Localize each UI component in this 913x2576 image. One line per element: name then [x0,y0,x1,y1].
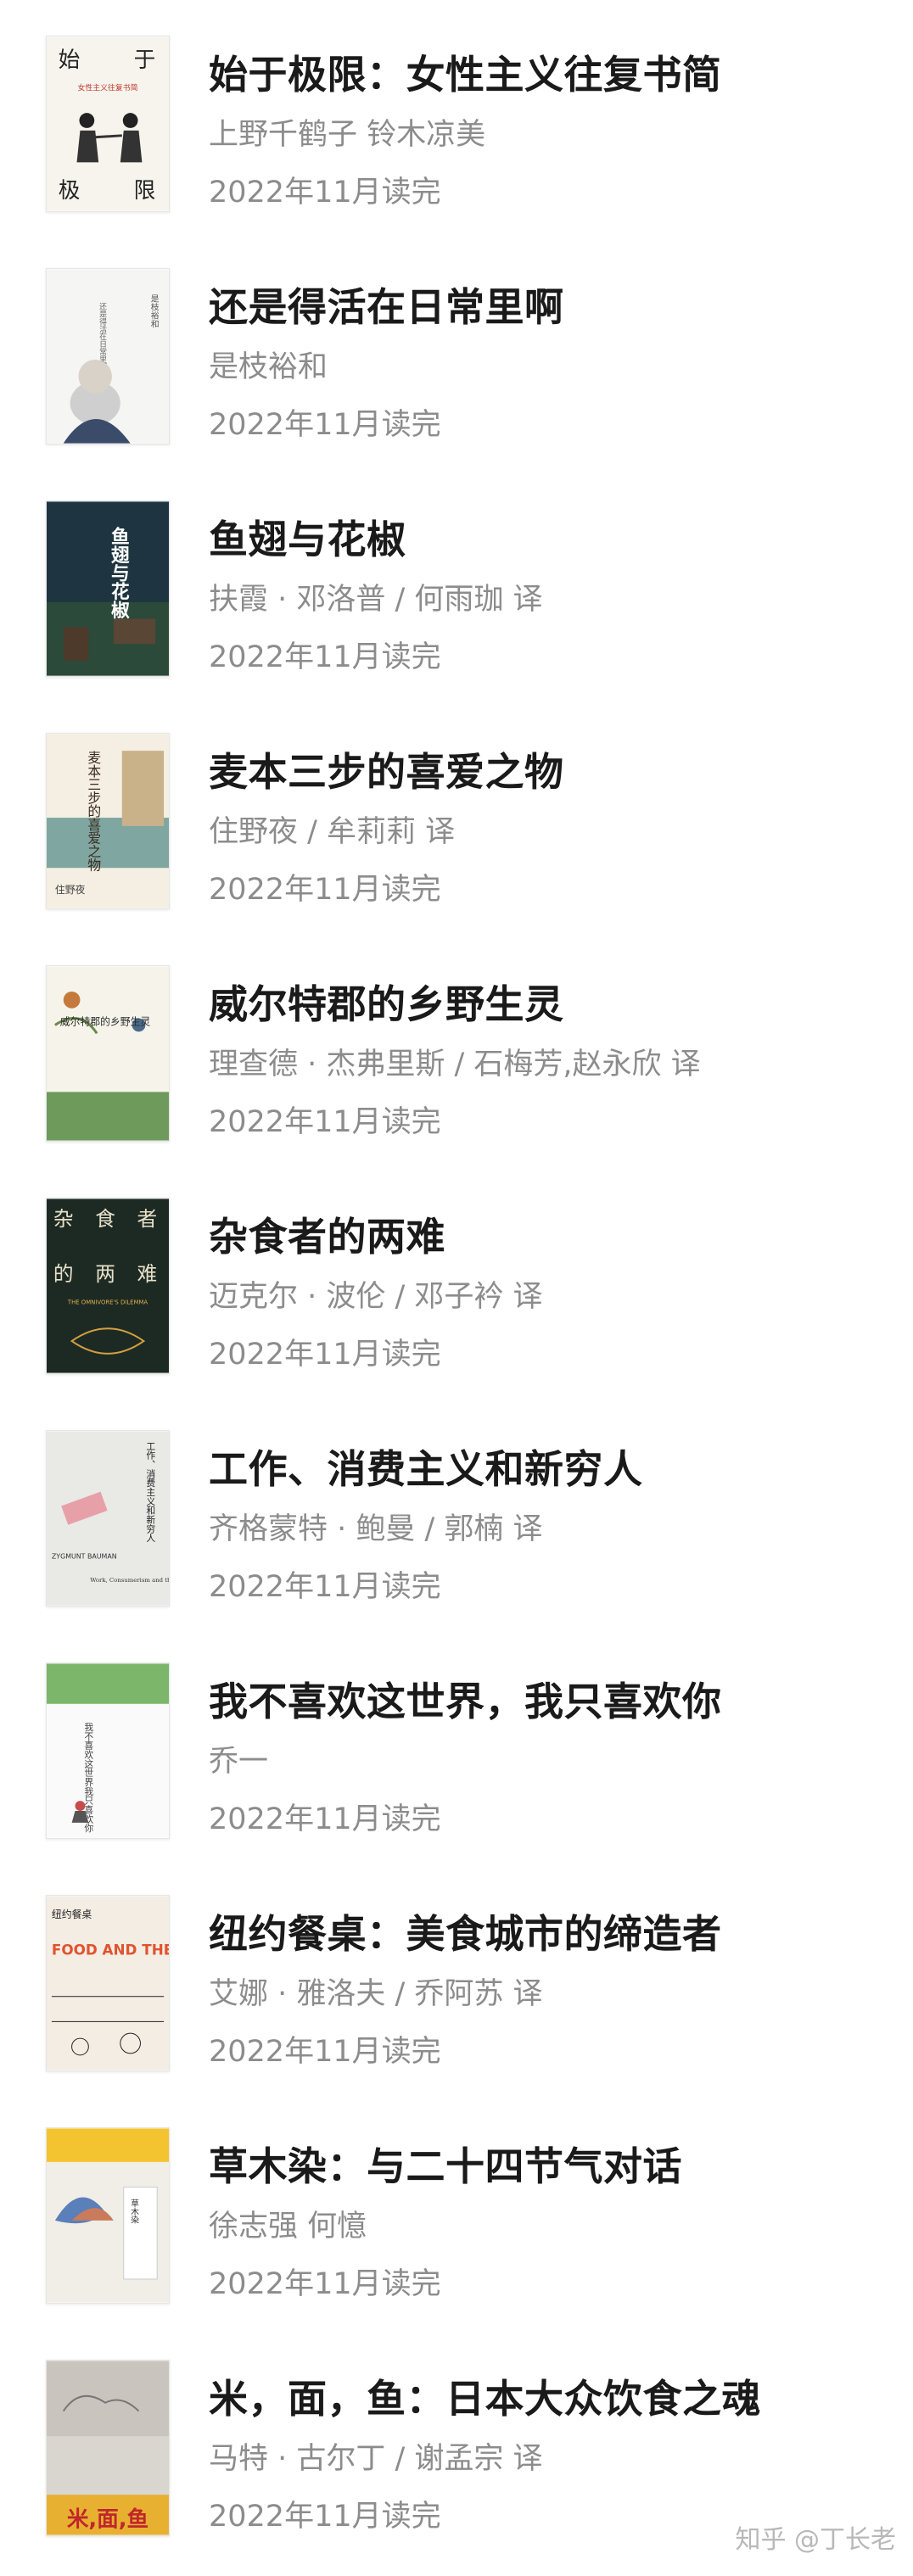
book-item[interactable]: 我不喜欢这世界我只喜欢你 我不喜欢这世界，我只喜欢你 乔一 2022年11月读完 [0,1627,913,1839]
book-title[interactable]: 工作、消费主义和新穷人 [209,1439,643,1495]
cover-text: 两 [95,1262,115,1286]
book-cover-art: 鱼翅与花椒 [47,501,169,676]
book-cover[interactable]: 鱼翅与花椒 [46,500,170,677]
book-cover-art: 杂 食 者 的 两 难 THE OMNIVORE'S DILEMMA [47,1199,169,1373]
cover-text: 食 [95,1207,115,1231]
book-title[interactable]: 米，面，鱼：日本大众饮食之魂 [209,2368,761,2424]
cover-text: 纽约餐桌 [52,1908,92,1920]
book-cover[interactable]: 我不喜欢这世界我只喜欢你 [46,1662,170,1839]
read-status: 2022年11月读完 [209,1570,441,1604]
cover-text: 工作、消费主义和新穷人 [145,1441,156,1542]
book-title[interactable]: 还是得活在日常里啊 [209,277,564,332]
book-title[interactable]: 始于极限：女性主义往复书简 [209,44,722,100]
read-status: 2022年11月读完 [209,873,441,907]
book-cover[interactable]: 是枝裕和 还是得活在日常里啊 [46,268,170,444]
cover-text: 于 [134,47,156,73]
book-cover-art: 我不喜欢这世界我只喜欢你 [47,1663,169,1838]
book-title[interactable]: 杂食者的两难 [209,1206,445,1262]
cover-text: 住野夜 [55,884,86,896]
book-cover-art: 纽约餐桌 FOOD AND THE CITY [47,1896,169,2070]
cover-text: 难 [137,1262,158,1286]
book-cover[interactable]: 杂 食 者 的 两 难 THE OMNIVORE'S DILEMMA [46,1198,170,1374]
book-item[interactable]: 是枝裕和 还是得活在日常里啊 还是得活在日常里啊 是枝裕和 2022年11月读完 [0,232,913,444]
book-title[interactable]: 纽约餐桌：美食城市的缔造者 [209,1903,722,1959]
cover-text: 的 [53,1262,74,1286]
cover-text: 草木染 [129,2199,139,2225]
read-status: 2022年11月读完 [209,2035,441,2069]
book-cover-art: 米,面,鱼 [47,2361,169,2535]
book-item[interactable]: 鱼翅与花椒 鱼翅与花椒 扶霞 · 邓洛普 / 何雨珈 译 2022年11月读完 [0,465,913,677]
book-item[interactable]: 草木染 草木染：与二十四节气对话 徐志强 何憶 2022年11月读完 [0,2092,913,2304]
book-title[interactable]: 麦本三步的喜爱之物 [209,741,564,797]
book-cover[interactable]: 麦本三步的喜爱之物 住野夜 [46,733,170,909]
cover-text: ZYGMUNT BAUMAN [52,1552,117,1560]
cover-text: 威尔特郡的乡野生灵 [60,1015,151,1027]
read-status: 2022年11月读完 [209,1105,441,1139]
book-item[interactable]: 杂 食 者 的 两 难 THE OMNIVORE'S DILEMMA 杂食者的两… [0,1162,913,1374]
book-author: 乔一 [209,1745,269,1779]
book-author: 徐志强 何憶 [209,2210,367,2244]
book-title[interactable]: 草木染：与二十四节气对话 [209,2136,682,2192]
cover-text: 极 [59,178,81,204]
watermark: 知乎 @丁长老 [735,2525,896,2555]
read-status: 2022年11月读完 [209,176,441,210]
book-author: 扶霞 · 邓洛普 / 何雨珈 译 [209,583,543,617]
book-item[interactable]: 始 于 女性主义往复书简 极 限 始于极限：女性主义往复书简 上野千鹤子 铃木凉… [0,0,913,212]
book-author: 艾娜 · 雅洛夫 / 乔阿苏 译 [209,1977,543,2011]
cover-text: 鱼翅与花椒 [108,526,129,620]
book-author: 马特 · 古尔丁 / 谢孟宗 译 [209,2442,543,2476]
book-author: 理查德 · 杰弗里斯 / 石梅芳,赵永欣 译 [209,1048,701,1081]
book-author: 是枝裕和 [209,350,328,384]
book-author: 住野夜 / 牟莉莉 译 [209,815,456,849]
cover-text: FOOD AND THE CITY [52,1941,169,1958]
cover-text: Work, Consumerism and the New Poor [90,1577,169,1584]
book-author: 上野千鹤子 铃木凉美 [209,118,486,152]
cover-text: 麦本三步的喜爱之物 [86,751,102,872]
book-cover[interactable]: 工作、消费主义和新穷人 ZYGMUNT BAUMAN Work, Consume… [46,1430,170,1607]
book-cover-art: 麦本三步的喜爱之物 住野夜 [47,734,169,908]
read-status: 2022年11月读完 [209,640,441,674]
book-cover-art: 威尔特郡的乡野生灵 [47,966,169,1141]
cover-text: 女性主义往复书简 [78,83,138,93]
cover-text: 始 [59,47,81,73]
book-title[interactable]: 鱼翅与花椒 [209,509,406,565]
book-cover[interactable]: 纽约餐桌 FOOD AND THE CITY [46,1895,170,2071]
book-cover[interactable]: 米,面,鱼 [46,2360,170,2536]
book-cover-art: 草木染 [47,2128,169,2303]
book-item[interactable]: 米,面,鱼 米，面，鱼：日本大众饮食之魂 马特 · 古尔丁 / 谢孟宗 译 20… [0,2324,913,2536]
book-cover[interactable]: 威尔特郡的乡野生灵 [46,965,170,1142]
book-item[interactable]: 威尔特郡的乡野生灵 威尔特郡的乡野生灵 理查德 · 杰弗里斯 / 石梅芳,赵永欣… [0,930,913,1142]
cover-text: 杂 [53,1207,74,1231]
book-list: 始 于 女性主义往复书简 极 限 始于极限：女性主义往复书简 上野千鹤子 铃木凉… [0,0,913,2576]
book-cover-art: 始 于 女性主义往复书简 极 限 [47,36,169,211]
book-item[interactable]: 工作、消费主义和新穷人 ZYGMUNT BAUMAN Work, Consume… [0,1394,913,1607]
read-status: 2022年11月读完 [209,408,441,442]
read-status: 2022年11月读完 [209,2500,441,2534]
book-cover-art: 工作、消费主义和新穷人 ZYGMUNT BAUMAN Work, Consume… [47,1431,169,1606]
cover-text: THE OMNIVORE'S DILEMMA [67,1299,148,1306]
book-author: 齐格蒙特 · 鲍曼 / 郭楠 译 [209,1512,543,1546]
cover-text: 限 [134,178,156,204]
read-status: 2022年11月读完 [209,1802,441,1836]
book-item[interactable]: 纽约餐桌 FOOD AND THE CITY 纽约餐桌：美食城市的缔造者 艾娜 … [0,1859,913,2071]
cover-text: 米,面,鱼 [67,2507,148,2533]
book-title[interactable]: 威尔特郡的乡野生灵 [209,974,564,1030]
read-status: 2022年11月读完 [209,1338,441,1372]
book-title[interactable]: 我不喜欢这世界，我只喜欢你 [209,1671,722,1727]
book-cover-art: 是枝裕和 还是得活在日常里啊 [47,269,169,444]
book-author: 迈克尔 · 波伦 / 邓子衿 译 [209,1280,543,1314]
book-item[interactable]: 麦本三步的喜爱之物 住野夜 麦本三步的喜爱之物 住野夜 / 牟莉莉 译 2022… [0,697,913,909]
book-cover[interactable]: 草木染 [46,2127,170,2304]
cover-text: 是枝裕和 [149,294,160,329]
cover-text: 者 [137,1207,158,1231]
book-cover[interactable]: 始 于 女性主义往复书简 极 限 [46,36,170,212]
read-status: 2022年11月读完 [209,2267,441,2301]
